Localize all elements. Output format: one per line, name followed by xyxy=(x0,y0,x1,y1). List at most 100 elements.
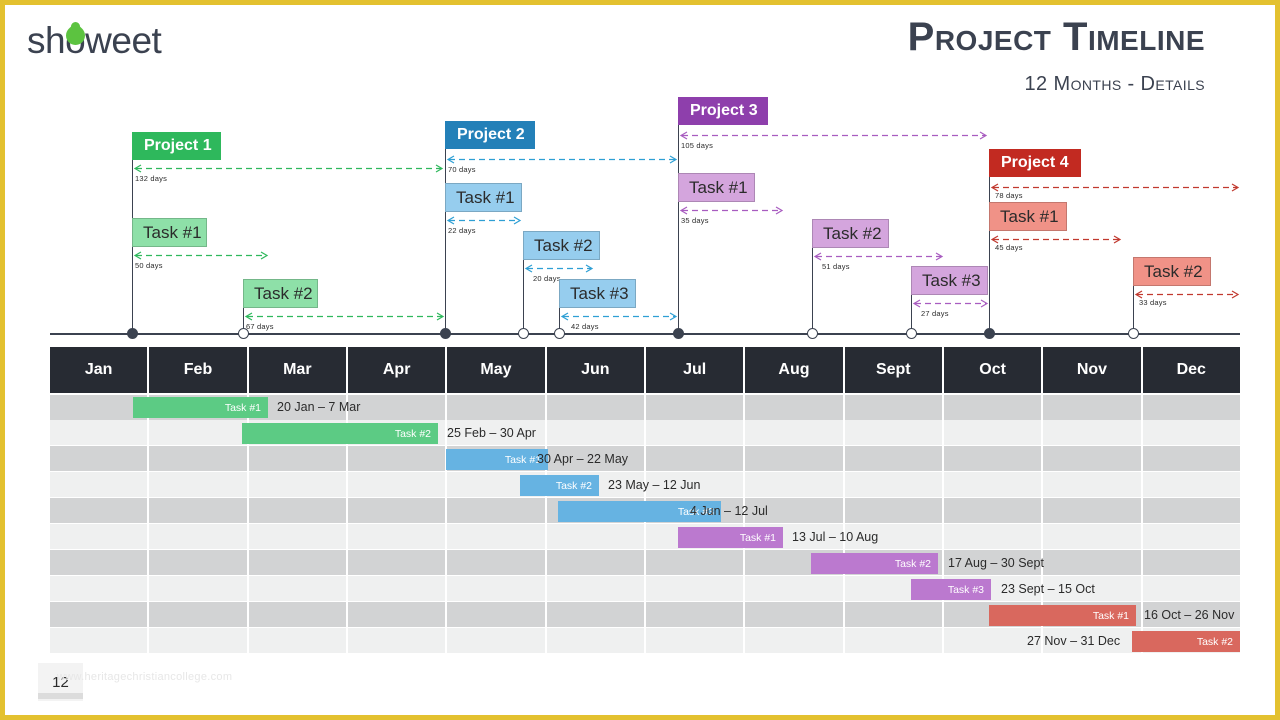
grid-cell xyxy=(745,446,845,471)
month-cell-jul[interactable]: Jul xyxy=(645,347,746,393)
grid-cell xyxy=(1043,395,1143,420)
gantt-bar-row-10[interactable]: Task #2 xyxy=(1132,631,1240,652)
duration-arrow-p3-t3 xyxy=(911,299,990,308)
duration-label-p3-t1: 35 days xyxy=(681,216,709,225)
grid-cell xyxy=(546,395,646,420)
axis-node-p4-task-2[interactable] xyxy=(1128,328,1139,339)
grid-cell xyxy=(745,576,845,601)
milestone-p3-task-2[interactable]: Task #2 xyxy=(812,219,889,248)
axis-node-project-2[interactable] xyxy=(440,328,451,339)
axis-node-project-1[interactable] xyxy=(127,328,138,339)
gantt-bar-row-9[interactable]: Task #1 xyxy=(989,605,1136,626)
milestone-p4-task-2[interactable]: Task #2 xyxy=(1133,257,1211,286)
grid-cell xyxy=(347,602,448,627)
duration-arrow-p2-t2 xyxy=(523,264,595,273)
grid-cell xyxy=(447,576,547,601)
grid-cell xyxy=(546,550,646,575)
grid-cell xyxy=(844,498,944,523)
grid-cell xyxy=(50,550,150,575)
grid-cell xyxy=(347,446,448,471)
duration-arrow-p3-t1 xyxy=(678,206,785,215)
gantt-date-row-4: 23 May – 12 Jun xyxy=(608,478,701,492)
gantt-date-row-6: 13 Jul – 10 Aug xyxy=(792,530,879,544)
grid-cell xyxy=(645,420,746,445)
logo-wordmark: showeet xyxy=(27,19,162,61)
milestone-p2-task-1[interactable]: Task #1 xyxy=(445,183,522,212)
milestone-p1-task-2[interactable]: Task #2 xyxy=(243,279,318,308)
table-row xyxy=(50,420,1240,445)
month-header-row: Jan Feb Mar Apr May Jun Jul Aug Sept Oct… xyxy=(50,347,1240,393)
grid-cell xyxy=(745,420,845,445)
grid-cell xyxy=(149,446,249,471)
grid-cell xyxy=(943,446,1044,471)
month-cell-nov[interactable]: Nov xyxy=(1043,347,1143,393)
duration-arrow-p3 xyxy=(678,131,989,140)
milestone-project-4[interactable]: Project 4 xyxy=(989,149,1081,177)
gantt-date-row-2: 25 Feb – 30 Apr xyxy=(447,426,536,440)
month-cell-oct[interactable]: Oct xyxy=(943,347,1044,393)
gantt-bar-row-6[interactable]: Task #1 xyxy=(678,527,783,548)
grid-cell xyxy=(745,472,845,497)
grid-cell xyxy=(745,395,845,420)
duration-label-p4-t2: 33 days xyxy=(1139,298,1167,307)
axis-node-p3-task-3[interactable] xyxy=(906,328,917,339)
gantt-bar-row-2[interactable]: Task #2 xyxy=(242,423,438,444)
gantt-bar-row-7[interactable]: Task #2 xyxy=(811,553,938,574)
axis-node-p1-task-2[interactable] xyxy=(238,328,249,339)
grid-cell xyxy=(248,524,348,549)
connector-line-p2 xyxy=(445,121,446,334)
milestone-p1-task-1[interactable]: Task #1 xyxy=(132,218,207,247)
grid-cell xyxy=(645,602,746,627)
milestone-project-1[interactable]: Project 1 xyxy=(132,132,221,160)
grid-cell xyxy=(645,576,746,601)
gantt-grid: Task #1 20 Jan – 7 Mar Task #2 25 Feb – … xyxy=(50,395,1240,653)
grid-cell xyxy=(645,550,746,575)
milestone-project-2[interactable]: Project 2 xyxy=(445,121,535,149)
grid-cell xyxy=(347,472,448,497)
month-cell-dec[interactable]: Dec xyxy=(1142,347,1240,393)
gantt-bar-row-8[interactable]: Task #3 xyxy=(911,579,991,600)
grid-cell xyxy=(447,498,547,523)
grid-cell xyxy=(1043,498,1143,523)
gantt-bar-row-1[interactable]: Task #1 xyxy=(133,397,268,418)
month-cell-aug[interactable]: Aug xyxy=(745,347,845,393)
duration-label-p3-t3: 27 days xyxy=(921,309,949,318)
milestone-p3-task-1[interactable]: Task #1 xyxy=(678,173,755,202)
milestone-project-3[interactable]: Project 3 xyxy=(678,97,768,125)
milestone-p3-task-3[interactable]: Task #3 xyxy=(911,266,988,295)
axis-node-project-4[interactable] xyxy=(984,328,995,339)
grid-cell xyxy=(745,628,845,653)
gantt-date-row-3: 30 Apr – 22 May xyxy=(537,452,629,466)
gantt-date-row-1: 20 Jan – 7 Mar xyxy=(277,400,361,414)
month-cell-jun[interactable]: Jun xyxy=(546,347,646,393)
gantt-bar-row-3[interactable]: Task #1 xyxy=(446,449,548,470)
milestone-p2-task-3[interactable]: Task #3 xyxy=(559,279,636,308)
month-cell-sept[interactable]: Sept xyxy=(844,347,944,393)
milestone-p2-task-2[interactable]: Task #2 xyxy=(523,231,600,260)
grid-cell xyxy=(1043,472,1143,497)
grid-cell xyxy=(844,472,944,497)
grid-cell xyxy=(347,395,448,420)
duration-label-p3-t2: 51 days xyxy=(822,262,850,271)
month-cell-jan[interactable]: Jan xyxy=(50,347,150,393)
month-cell-may[interactable]: May xyxy=(447,347,547,393)
grid-cell xyxy=(447,550,547,575)
grid-cell xyxy=(844,420,944,445)
month-cell-mar[interactable]: Mar xyxy=(248,347,348,393)
grid-cell xyxy=(347,628,448,653)
grid-cell xyxy=(546,602,646,627)
grid-cell xyxy=(546,576,646,601)
axis-node-p3-task-2[interactable] xyxy=(807,328,818,339)
month-cell-feb[interactable]: Feb xyxy=(149,347,249,393)
axis-node-p2-task-2[interactable] xyxy=(518,328,529,339)
axis-node-p2-task-3[interactable] xyxy=(554,328,565,339)
grid-cell xyxy=(248,472,348,497)
milestone-p4-task-1[interactable]: Task #1 xyxy=(989,202,1067,231)
grid-cell xyxy=(1142,395,1240,420)
gantt-bar-row-4[interactable]: Task #2 xyxy=(520,475,599,496)
axis-node-project-3[interactable] xyxy=(673,328,684,339)
month-cell-apr[interactable]: Apr xyxy=(347,347,448,393)
duration-label-p2-t3: 42 days xyxy=(571,322,599,331)
grid-cell xyxy=(50,576,150,601)
grid-cell xyxy=(447,628,547,653)
